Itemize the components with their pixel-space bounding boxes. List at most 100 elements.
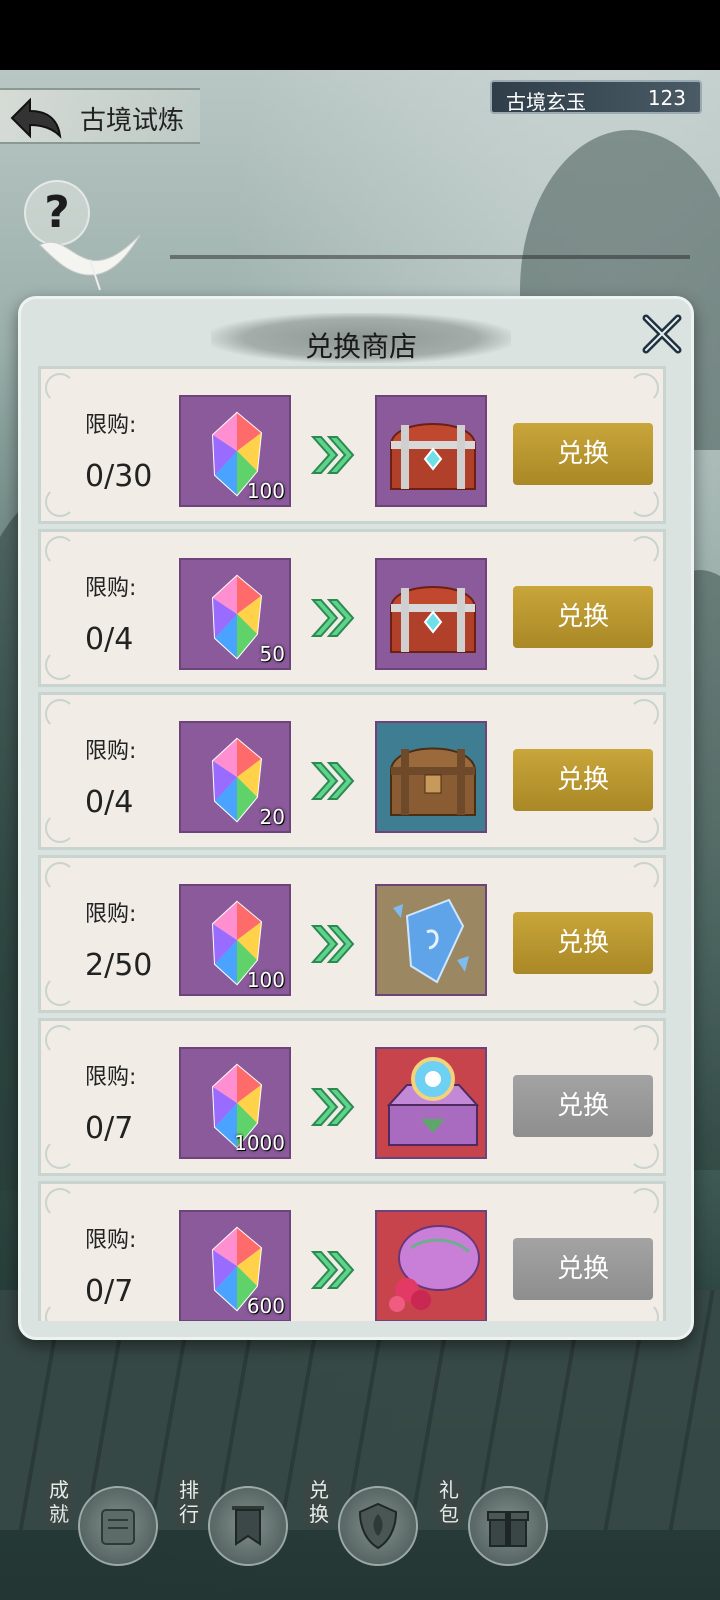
page-title: 古境试炼 <box>80 106 185 136</box>
exchange-row: 限购: 0/4 20 兑换 <box>38 692 666 850</box>
limit-value: 0/30 <box>85 459 153 494</box>
limit-value: 0/7 <box>85 1111 134 1146</box>
scroll-icon <box>101 1509 135 1545</box>
corner-ornament <box>45 1302 75 1321</box>
reward-item-slot[interactable] <box>375 1047 487 1159</box>
status-bar <box>0 0 720 70</box>
gift-icon <box>487 1511 529 1547</box>
limit-label: 限购: <box>85 902 137 927</box>
limit-value: 2/50 <box>85 948 153 983</box>
exchange-row: 限购: 0/30 100 兑换 <box>38 366 666 524</box>
cost-amount: 50 <box>259 642 285 666</box>
limit-value: 0/4 <box>85 785 134 820</box>
exchange-list[interactable]: 限购: 0/30 100 兑换 限购: 0/4 50 兑换 限购: 0/4 20 兑换 限购: 2/50 1… <box>38 366 668 1321</box>
corner-ornament <box>45 1188 75 1218</box>
reward-item-slot[interactable] <box>375 558 487 670</box>
corner-ornament <box>629 650 659 680</box>
corner-ornament <box>45 650 75 680</box>
reward-item-slot[interactable] <box>375 395 487 507</box>
double-arrow-icon <box>311 1251 355 1289</box>
limit-value: 0/4 <box>85 622 134 657</box>
cost-item-slot[interactable]: 100 <box>179 884 291 996</box>
limit-label: 限购: <box>85 413 137 438</box>
wooden-chest-icon <box>377 723 485 831</box>
cost-item-slot[interactable]: 600 <box>179 1210 291 1321</box>
purple-magic-chest-icon <box>377 1049 485 1157</box>
crane-decoration-icon <box>39 234 141 291</box>
cost-item-slot[interactable]: 50 <box>179 558 291 670</box>
exchange-button[interactable]: 兑换 <box>513 586 653 648</box>
red-silver-chest-icon <box>377 560 485 668</box>
nav-ranking[interactable]: 排行 <box>174 1474 294 1574</box>
corner-ornament <box>629 373 659 403</box>
corner-ornament <box>629 862 659 892</box>
corner-ornament <box>629 813 659 843</box>
corner-ornament <box>45 699 75 729</box>
cost-amount: 100 <box>246 968 285 992</box>
limit-value: 0/7 <box>85 1274 134 1309</box>
double-arrow-icon <box>311 762 355 800</box>
cost-item-slot[interactable]: 1000 <box>179 1047 291 1159</box>
corner-ornament <box>45 373 75 403</box>
nav-label: 排行 <box>174 1474 204 1530</box>
banner-icon <box>232 1506 264 1546</box>
corner-ornament <box>45 862 75 892</box>
rainbow-gem-icon <box>211 574 263 660</box>
blue-crystal-icon <box>377 886 485 994</box>
corner-ornament <box>629 699 659 729</box>
double-arrow-icon <box>311 599 355 637</box>
limit-label: 限购: <box>85 1228 137 1253</box>
nav-gift-pack[interactable]: 礼包 <box>434 1474 554 1574</box>
close-icon[interactable] <box>640 312 684 356</box>
cost-item-slot[interactable]: 100 <box>179 395 291 507</box>
corner-ornament <box>629 976 659 1006</box>
double-arrow-icon <box>311 436 355 474</box>
double-arrow-icon <box>311 925 355 963</box>
corner-ornament <box>629 536 659 566</box>
corner-ornament <box>45 976 75 1006</box>
limit-label: 限购: <box>85 576 137 601</box>
cost-item-slot[interactable]: 20 <box>179 721 291 833</box>
shield-icon <box>358 1502 398 1550</box>
currency-name: 古境玄玉 <box>506 90 586 114</box>
nav-exchange[interactable]: 兑换 <box>304 1474 424 1574</box>
reward-item-slot[interactable] <box>375 1210 487 1321</box>
nav-label: 兑换 <box>304 1474 334 1530</box>
exchange-button[interactable]: 兑换 <box>513 423 653 485</box>
nav-label: 成就 <box>44 1474 74 1530</box>
double-arrow-icon <box>311 1088 355 1126</box>
reward-item-slot[interactable] <box>375 721 487 833</box>
exchange-button[interactable]: 兑换 <box>513 1238 653 1300</box>
rainbow-gem-icon <box>211 737 263 823</box>
corner-ornament <box>629 1025 659 1055</box>
corner-ornament <box>629 1302 659 1321</box>
corner-ornament <box>45 536 75 566</box>
corner-ornament <box>629 1188 659 1218</box>
back-arrow-icon[interactable] <box>8 96 64 140</box>
corner-ornament <box>45 487 75 517</box>
cost-amount: 100 <box>246 479 285 503</box>
cost-amount: 20 <box>259 805 285 829</box>
cost-amount: 1000 <box>234 1131 285 1155</box>
nav-achievements[interactable]: 成就 <box>44 1474 164 1574</box>
currency-value: 123 <box>647 86 686 110</box>
limit-label: 限购: <box>85 1065 137 1090</box>
pink-flower-bag-icon <box>377 1212 485 1320</box>
exchange-button[interactable]: 兑换 <box>513 1075 653 1137</box>
corner-ornament <box>45 1139 75 1169</box>
corner-ornament <box>629 1139 659 1169</box>
exchange-row: 限购: 0/7 600 兑换 <box>38 1181 666 1321</box>
corner-ornament <box>45 813 75 843</box>
background-title-stroke <box>170 255 690 289</box>
exchange-row: 限购: 0/4 50 兑换 <box>38 529 666 687</box>
nav-label: 礼包 <box>434 1474 464 1530</box>
exchange-button[interactable]: 兑换 <box>513 912 653 974</box>
exchange-button[interactable]: 兑换 <box>513 749 653 811</box>
reward-item-slot[interactable] <box>375 884 487 996</box>
corner-ornament <box>629 487 659 517</box>
limit-label: 限购: <box>85 739 137 764</box>
corner-ornament <box>45 1025 75 1055</box>
modal-title: 兑换商店 <box>304 330 417 363</box>
red-silver-chest-icon <box>377 397 485 505</box>
exchange-row: 限购: 2/50 100 兑换 <box>38 855 666 1013</box>
